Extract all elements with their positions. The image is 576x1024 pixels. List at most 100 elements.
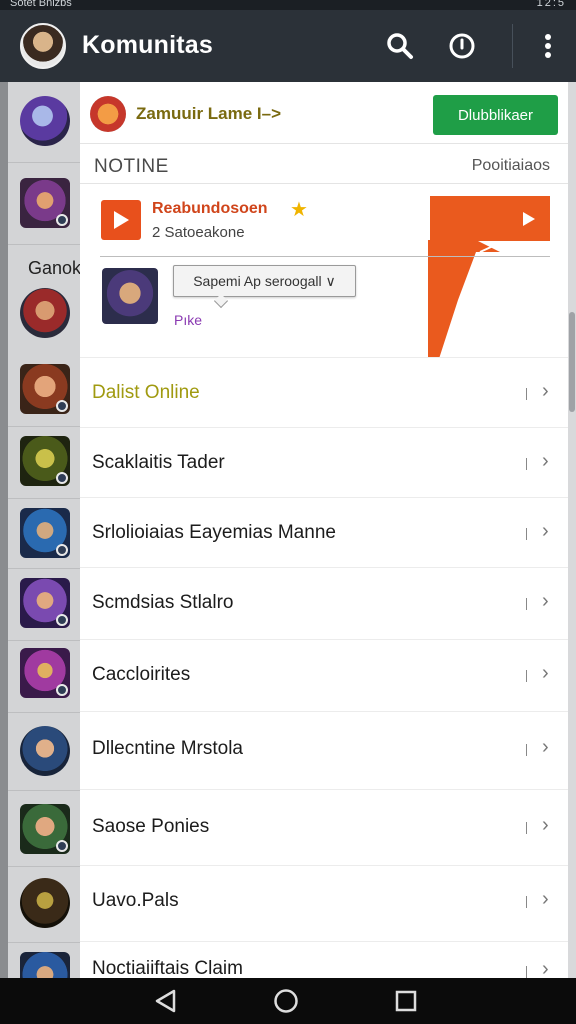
rail-divider xyxy=(8,568,80,569)
star-icon: ★ xyxy=(290,199,308,221)
rail-divider xyxy=(8,244,80,245)
rail-edge xyxy=(0,82,8,978)
game-avatar[interactable] xyxy=(20,578,70,628)
game-avatar[interactable] xyxy=(20,878,70,928)
list-item[interactable]: Uavo.Pals › xyxy=(80,866,568,942)
game-name[interactable]: Zamuuir Lame I–> xyxy=(136,104,281,124)
list-item-label: Scaklaitis Tader xyxy=(92,452,225,473)
profile-avatar[interactable] xyxy=(20,23,66,69)
system-nav-bar xyxy=(0,978,576,1024)
subscribe-button[interactable]: Dlubblikaer xyxy=(433,95,558,135)
positions-link[interactable]: Pooitiaiaos xyxy=(472,157,550,175)
game-logo-icon xyxy=(90,96,126,132)
list-item-label: Scmdsias Stlalro xyxy=(92,592,234,613)
recents-icon[interactable] xyxy=(391,986,421,1016)
rail-divider xyxy=(8,942,80,943)
rail-divider xyxy=(8,640,80,641)
game-avatar[interactable] xyxy=(20,508,70,558)
stream-subtitle: 2 Satoeakone xyxy=(152,224,245,241)
list-item-label: Srlolioiaias Eayemias Manne xyxy=(92,522,336,543)
game-rail: Ganok xyxy=(0,82,82,1002)
game-avatar[interactable] xyxy=(20,96,70,146)
rail-divider xyxy=(8,790,80,791)
list-item[interactable]: Saose Ponies › xyxy=(80,790,568,866)
list-item[interactable]: Scmdsias Stlalro › xyxy=(80,568,568,640)
list-item-tick xyxy=(526,388,527,400)
status-bar: Sotet Bnizbs 12:5 xyxy=(0,0,576,10)
scrollbar[interactable] xyxy=(568,82,576,978)
back-icon[interactable] xyxy=(150,986,180,1016)
chevron-right-icon: › xyxy=(542,958,549,978)
rail-section-label: Ganok xyxy=(28,258,82,278)
badge-icon xyxy=(56,400,68,412)
game-avatar[interactable] xyxy=(20,436,70,486)
home-icon[interactable] xyxy=(271,986,301,1016)
stream-card[interactable]: Reabundosoen ★ 2 Satoeakone xyxy=(80,184,568,370)
chevron-right-icon: › xyxy=(542,814,549,836)
search-icon[interactable] xyxy=(384,30,416,62)
list-item[interactable]: Noctiaiiftais Claim › xyxy=(80,942,568,978)
app-title: Komunitas xyxy=(82,31,213,59)
game-avatar[interactable] xyxy=(20,648,70,698)
list-item[interactable]: Dllecntine Mrstola › xyxy=(80,712,568,790)
chevron-right-icon: › xyxy=(542,736,549,758)
power-icon[interactable] xyxy=(446,30,478,62)
list-item-tick xyxy=(526,670,527,682)
notice-label: NOTINE xyxy=(94,156,169,177)
chevron-right-icon: › xyxy=(542,380,549,402)
badge-icon xyxy=(56,614,68,626)
status-right-text: 12:5 xyxy=(536,0,566,9)
more-options-icon[interactable] xyxy=(532,30,564,62)
list-item-label: Uavo.Pals xyxy=(92,890,179,911)
game-avatar[interactable] xyxy=(20,364,70,414)
list-item-tick xyxy=(526,966,527,978)
list-item-label: Dalist Online xyxy=(92,382,200,403)
chevron-right-icon: › xyxy=(542,662,549,684)
comment-avatar[interactable] xyxy=(102,268,158,324)
comment-bubble[interactable]: Sapemi Ap seroogall ∨ xyxy=(173,265,356,297)
reply-link[interactable]: Pıke xyxy=(174,312,202,328)
watch-button[interactable] xyxy=(430,196,550,241)
chevron-right-icon: › xyxy=(542,888,549,910)
game-header: Zamuuir Lame I–> Dlubblikaer xyxy=(80,82,568,144)
list-item-label: Caccloirites xyxy=(92,664,191,685)
rail-divider xyxy=(8,866,80,867)
chevron-right-icon: › xyxy=(542,450,549,472)
play-arrow-icon xyxy=(523,211,535,226)
badge-icon xyxy=(56,840,68,852)
community-panel: Zamuuir Lame I–> Dlubblikaer NOTINE Pooi… xyxy=(80,82,568,978)
list-item[interactable]: Dalist Online › xyxy=(80,358,568,428)
rail-divider xyxy=(8,426,80,427)
stream-divider xyxy=(100,256,550,257)
badge-icon xyxy=(56,214,68,226)
list-item-label: Dllecntine Mrstola xyxy=(92,738,243,759)
comment-item: Sapemi Ap seroogall ∨ Pıke xyxy=(80,258,568,358)
community-list: Dalist Online › Scaklaitis Tader › Srlol… xyxy=(80,358,568,978)
stream-name: Reabundosoen xyxy=(152,200,268,217)
list-item[interactable]: Srlolioiaias Eayemias Manne › xyxy=(80,498,568,568)
list-item-label: Noctiaiiftais Claim xyxy=(92,958,243,978)
game-avatar[interactable] xyxy=(20,726,70,776)
game-avatar[interactable] xyxy=(20,804,70,854)
list-item-label: Saose Ponies xyxy=(92,816,210,837)
chevron-right-icon: › xyxy=(542,590,549,612)
list-item-tick xyxy=(526,744,527,756)
play-icon[interactable] xyxy=(101,200,141,240)
status-left-text: Sotet Bnizbs xyxy=(10,0,72,9)
rail-divider xyxy=(8,162,80,163)
list-item[interactable]: Scaklaitis Tader › xyxy=(80,428,568,498)
scrollbar-thumb[interactable] xyxy=(569,312,575,412)
badge-icon xyxy=(56,472,68,484)
list-item-tick xyxy=(526,896,527,908)
game-avatar[interactable] xyxy=(20,178,70,228)
list-item-tick xyxy=(526,822,527,834)
rail-divider xyxy=(8,498,80,499)
list-item-tick xyxy=(526,528,527,540)
app-bar: Komunitas xyxy=(0,10,576,82)
list-item[interactable]: Caccloirites › xyxy=(80,640,568,712)
chevron-right-icon: › xyxy=(542,520,549,542)
game-avatar[interactable] xyxy=(20,288,70,338)
badge-icon xyxy=(56,544,68,556)
badge-icon xyxy=(56,684,68,696)
rail-divider xyxy=(8,712,80,713)
